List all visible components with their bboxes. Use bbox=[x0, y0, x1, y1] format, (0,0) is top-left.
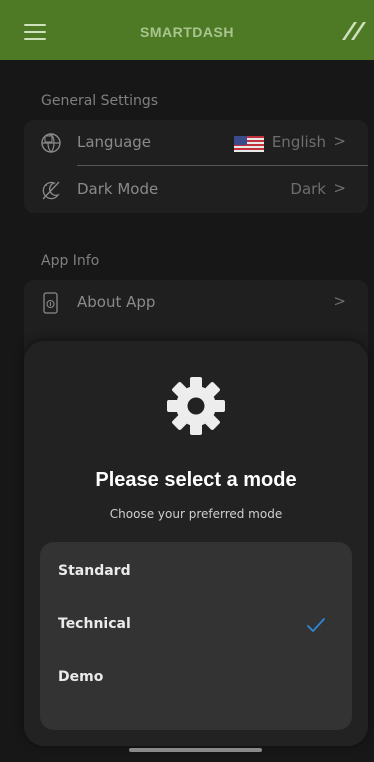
mode-option-technical[interactable]: Technical bbox=[40, 601, 352, 651]
settings-row-language[interactable]: Language English > bbox=[24, 120, 368, 166]
mode-option-demo[interactable]: Demo bbox=[40, 654, 352, 704]
section-title-general-settings: General Settings bbox=[41, 93, 159, 109]
row-divider bbox=[77, 165, 368, 166]
row-value-language: English bbox=[271, 133, 326, 151]
sheet-title: Please select a mode bbox=[95, 469, 297, 491]
mode-option-label: Demo bbox=[58, 669, 104, 685]
us-flag-icon bbox=[234, 136, 264, 152]
home-indicator[interactable] bbox=[129, 748, 262, 752]
top-app-bar: SMARTDASH bbox=[0, 0, 374, 60]
sheet-subtitle: Choose your preferred mode bbox=[109, 507, 283, 521]
phone-info-icon bbox=[43, 292, 58, 314]
brand-slash-logo-icon bbox=[342, 22, 366, 40]
section-title-app-info: App Info bbox=[41, 253, 100, 269]
row-label-about-app: About App bbox=[77, 293, 156, 311]
app-screen: SMARTDASH General Settings Language Engl… bbox=[0, 0, 374, 762]
mode-option-label: Standard bbox=[58, 563, 131, 579]
checkmark-icon bbox=[307, 618, 325, 632]
chevron-right-icon: > bbox=[333, 132, 346, 150]
settings-row-dark-mode[interactable]: Dark Mode Dark > bbox=[24, 167, 368, 213]
chevron-right-icon: > bbox=[333, 292, 346, 310]
row-label-language: Language bbox=[77, 133, 152, 151]
mode-select-sheet: Please select a mode Choose your preferr… bbox=[24, 341, 368, 746]
language-globe-icon bbox=[41, 133, 61, 153]
mode-option-label: Technical bbox=[58, 616, 131, 632]
mode-option-standard[interactable]: Standard bbox=[40, 548, 352, 598]
general-settings-card: Language English > Dark Mode Dark > bbox=[24, 120, 368, 213]
settings-row-about-app[interactable]: About App > bbox=[24, 280, 368, 326]
chevron-right-icon: > bbox=[333, 179, 346, 197]
gear-icon bbox=[167, 377, 225, 435]
row-label-dark-mode: Dark Mode bbox=[77, 180, 159, 198]
app-title: SMARTDASH bbox=[140, 24, 234, 40]
dark-mode-icon bbox=[42, 181, 60, 200]
mode-options-list: Standard Technical Demo bbox=[40, 542, 352, 730]
row-value-dark-mode: Dark bbox=[290, 180, 326, 198]
